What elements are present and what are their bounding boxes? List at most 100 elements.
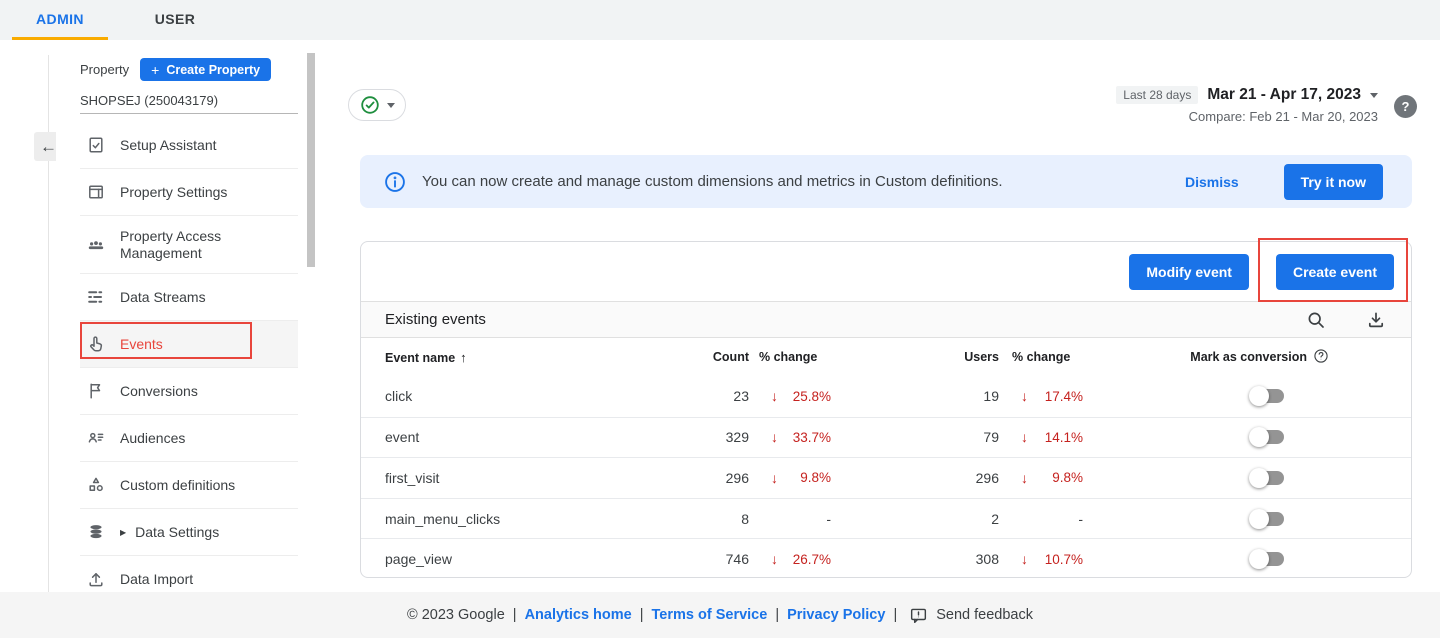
date-range-text: Mar 21 - Apr 17, 2023 (1207, 86, 1361, 104)
download-icon[interactable] (1365, 309, 1387, 331)
count-change: 25.8% (778, 389, 831, 404)
users-change: - (1021, 511, 1083, 527)
property-label: Property (80, 62, 129, 77)
property-settings-icon (86, 182, 106, 202)
sidebar-item-label: Data Import (120, 571, 193, 587)
count-change: 9.8% (778, 470, 831, 485)
footer: © 2023 Google | Analytics home | Terms o… (0, 592, 1440, 638)
privacy-policy-link[interactable]: Privacy Policy (787, 607, 885, 623)
down-arrow-icon: ↓ (1021, 388, 1028, 404)
conversion-toggle[interactable] (1251, 512, 1284, 526)
terms-of-service-link[interactable]: Terms of Service (652, 607, 768, 623)
footer-separator: | (893, 607, 897, 623)
audiences-icon (86, 428, 106, 448)
users-change: 9.8% (1028, 470, 1083, 485)
tab-user[interactable]: USER (130, 0, 220, 40)
footer-separator: | (513, 607, 517, 623)
sort-ascending-icon: ↑ (460, 350, 467, 365)
table-row: main_menu_clicks 8 - 2 - (361, 498, 1411, 539)
table-row: event 329 ↓ 33.7% 79 ↓ 14.1% (361, 417, 1411, 458)
sidebar-item-conversions[interactable]: Conversions (80, 368, 298, 415)
event-users: 308 (831, 551, 999, 567)
count-change-cell: ↓ 9.8% (749, 470, 831, 486)
sidebar-item-label: Setup Assistant (120, 137, 217, 153)
event-count: 329 (675, 429, 749, 445)
sidebar-scrollbar[interactable] (307, 53, 315, 267)
table-title: Existing events (385, 311, 486, 328)
event-name: page_view (385, 551, 675, 567)
flag-icon (86, 381, 106, 401)
column-header-event-name[interactable]: Event name↑ (385, 350, 675, 365)
sidebar-item-property-access-management[interactable]: Property Access Management (80, 216, 298, 274)
sidebar-item-setup-assistant[interactable]: Setup Assistant (80, 122, 298, 169)
sidebar-nav: Setup Assistant Property Settings Proper… (80, 122, 298, 603)
property-name: SHOPSEJ (250043179) (80, 93, 218, 108)
count-change: 26.7% (778, 552, 831, 567)
tab-admin[interactable]: ADMIN (12, 0, 108, 40)
users-change-cell: ↓ 9.8% (999, 470, 1083, 486)
conversion-toggle[interactable] (1251, 552, 1284, 566)
sidebar-item-custom-definitions[interactable]: Custom definitions (80, 462, 298, 509)
sidebar-item-label: Property Access Management (120, 228, 298, 260)
create-property-button[interactable]: + Create Property (140, 58, 271, 81)
events-toolbar: Modify event Create event (361, 242, 1411, 301)
property-underline (80, 113, 298, 114)
help-icon[interactable]: ? (1394, 95, 1417, 118)
tab-user-label: USER (155, 11, 196, 27)
sidebar-item-property-settings[interactable]: Property Settings (80, 169, 298, 216)
active-tab-underline (12, 37, 108, 40)
count-change: 33.7% (778, 430, 831, 445)
event-count: 746 (675, 551, 749, 567)
users-change-cell: - (999, 511, 1083, 527)
down-arrow-icon: ↓ (771, 551, 778, 567)
plus-icon: + (151, 62, 159, 78)
column-header-count: Count (675, 350, 749, 364)
event-name: first_visit (385, 470, 675, 486)
count-change-cell: ↓ 33.7% (749, 429, 831, 445)
sidebar-item-data-settings[interactable]: ▶ Data Settings (80, 509, 298, 556)
sidebar-item-events[interactable]: Events (80, 321, 298, 368)
date-badge: Last 28 days (1116, 86, 1198, 104)
modify-event-button[interactable]: Modify event (1129, 254, 1249, 290)
table-row: page_view 746 ↓ 26.7% 308 ↓ 10.7% (361, 538, 1411, 578)
page: ADMIN USER ← Property + Create Property … (0, 0, 1440, 638)
copyright-text: © 2023 Google (407, 607, 505, 623)
search-icon[interactable] (1305, 309, 1327, 331)
date-range-block: Last 28 days Mar 21 - Apr 17, 2023 Compa… (1116, 86, 1378, 124)
users-change-cell: ↓ 17.4% (999, 388, 1083, 404)
table-row: first_visit 296 ↓ 9.8% 296 ↓ 9.8% (361, 457, 1411, 498)
sidebar-item-data-streams[interactable]: Data Streams (80, 274, 298, 321)
event-users: 19 (831, 388, 999, 404)
chevron-down-icon (1370, 93, 1378, 98)
table-header-row: Event name↑ Count % change Users % chang… (361, 338, 1411, 376)
conversion-toggle[interactable] (1251, 430, 1284, 444)
status-filter-dropdown[interactable] (348, 89, 406, 121)
conversion-toggle[interactable] (1251, 389, 1284, 403)
date-range-selector[interactable]: Last 28 days Mar 21 - Apr 17, 2023 (1116, 86, 1378, 104)
sidebar-item-label: Events (120, 336, 163, 352)
sidebar-item-audiences[interactable]: Audiences (80, 415, 298, 462)
sidebar-item-label: Data Streams (120, 289, 206, 305)
footer-separator: | (640, 607, 644, 623)
expand-caret-icon: ▶ (120, 528, 126, 537)
question-circle-icon[interactable] (1313, 348, 1329, 367)
count-change-cell: ↓ 25.8% (749, 388, 831, 404)
create-event-button[interactable]: Create event (1276, 254, 1394, 290)
analytics-home-link[interactable]: Analytics home (525, 607, 632, 623)
table-titlebar: Existing events (361, 301, 1411, 338)
shapes-icon (86, 475, 106, 495)
create-property-label: Create Property (166, 63, 260, 77)
users-change-cell: ↓ 10.7% (999, 551, 1083, 567)
sidebar-item-label: Conversions (120, 383, 198, 399)
down-arrow-icon: ↓ (1021, 551, 1028, 567)
send-feedback-link[interactable]: Send feedback (936, 607, 1033, 623)
sidebar: Property + Create Property SHOPSEJ (2500… (56, 52, 316, 592)
users-change: 14.1% (1028, 430, 1083, 445)
event-name: main_menu_clicks (385, 511, 675, 527)
column-header-users-change: % change (999, 350, 1083, 364)
dismiss-button[interactable]: Dismiss (1185, 174, 1239, 190)
try-it-now-button[interactable]: Try it now (1284, 164, 1383, 200)
down-arrow-icon: ↓ (771, 429, 778, 445)
events-card: Modify event Create event Existing event… (360, 241, 1412, 578)
conversion-toggle[interactable] (1251, 471, 1284, 485)
